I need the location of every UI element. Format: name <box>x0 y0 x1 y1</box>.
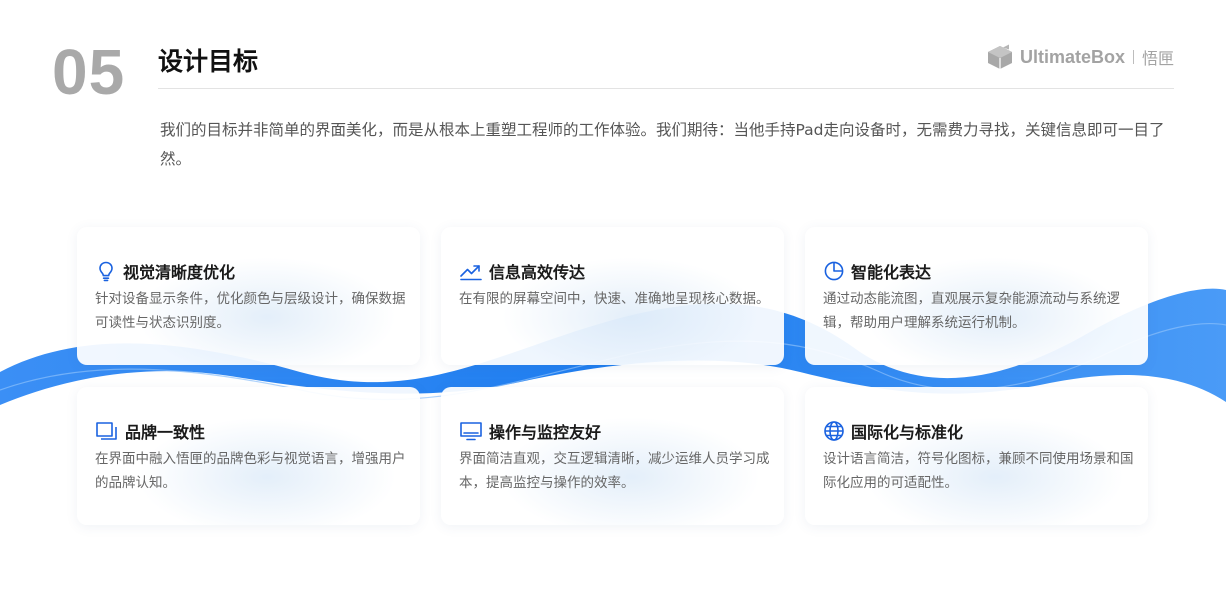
goal-card-intelligent-expression: 智能化表达 通过动态能流图，直观展示复杂能源流动与系统逻辑，帮助用户理解系统运行… <box>805 227 1148 365</box>
card-title: 品牌一致性 <box>125 423 206 442</box>
lightbulb-icon <box>95 260 117 282</box>
brand-chinese-name: 悟匣 <box>1141 49 1174 68</box>
brand-logo: UltimateBox 悟匣 <box>986 43 1174 71</box>
trend-up-icon <box>459 260 483 282</box>
card-title: 智能化表达 <box>851 263 932 282</box>
globe-icon <box>823 420 845 442</box>
card-description: 针对设备显示条件，优化颜色与层级设计，确保数据可读性与状态识别度。 <box>95 291 406 331</box>
goal-card-visual-clarity: 视觉清晰度优化 针对设备显示条件，优化颜色与层级设计，确保数据可读性与状态识别度… <box>77 227 420 365</box>
card-title: 国际化与标准化 <box>851 423 964 442</box>
monitor-icon <box>459 420 483 442</box>
card-description: 设计语言简洁，符号化图标，兼顾不同使用场景和国际化应用的可适配性。 <box>823 451 1134 491</box>
header-divider <box>158 88 1174 89</box>
card-description: 通过动态能流图，直观展示复杂能源流动与系统逻辑，帮助用户理解系统运行机制。 <box>823 291 1120 331</box>
section-number: 05 <box>52 36 126 108</box>
goal-card-brand-consistency: 品牌一致性 在界面中融入悟匣的品牌色彩与视觉语言，增强用户的品牌认知。 <box>77 387 420 525</box>
card-title: 操作与监控友好 <box>489 423 602 442</box>
cube-logo-icon <box>986 44 1014 70</box>
pie-chart-icon <box>823 260 845 282</box>
card-title: 信息高效传达 <box>489 263 586 282</box>
goal-card-efficient-info: 信息高效传达 在有限的屏幕空间中，快速、准确地呈现核心数据。 <box>441 227 784 365</box>
card-description: 界面简洁直观，交互逻辑清晰，减少运维人员学习成本，提高监控与操作的效率。 <box>459 451 770 491</box>
card-description: 在有限的屏幕空间中，快速、准确地呈现核心数据。 <box>459 291 770 307</box>
card-title: 视觉清晰度优化 <box>123 263 236 282</box>
brand-separator <box>1132 50 1134 64</box>
card-description: 在界面中融入悟匣的品牌色彩与视觉语言，增强用户的品牌认知。 <box>95 451 406 491</box>
intro-paragraph: 我们的目标并非简单的界面美化，而是从根本上重塑工程师的工作体验。我们期待：当他手… <box>160 121 1165 168</box>
goal-card-internationalization: 国际化与标准化 设计语言简洁，符号化图标，兼顾不同使用场景和国际化应用的可适配性… <box>805 387 1148 525</box>
goal-card-operation-friendly: 操作与监控友好 界面简洁直观，交互逻辑清晰，减少运维人员学习成本，提高监控与操作… <box>441 387 784 525</box>
window-stack-icon <box>95 420 119 442</box>
page-title: 设计目标 <box>158 47 259 76</box>
brand-name: UltimateBox <box>1019 46 1125 67</box>
